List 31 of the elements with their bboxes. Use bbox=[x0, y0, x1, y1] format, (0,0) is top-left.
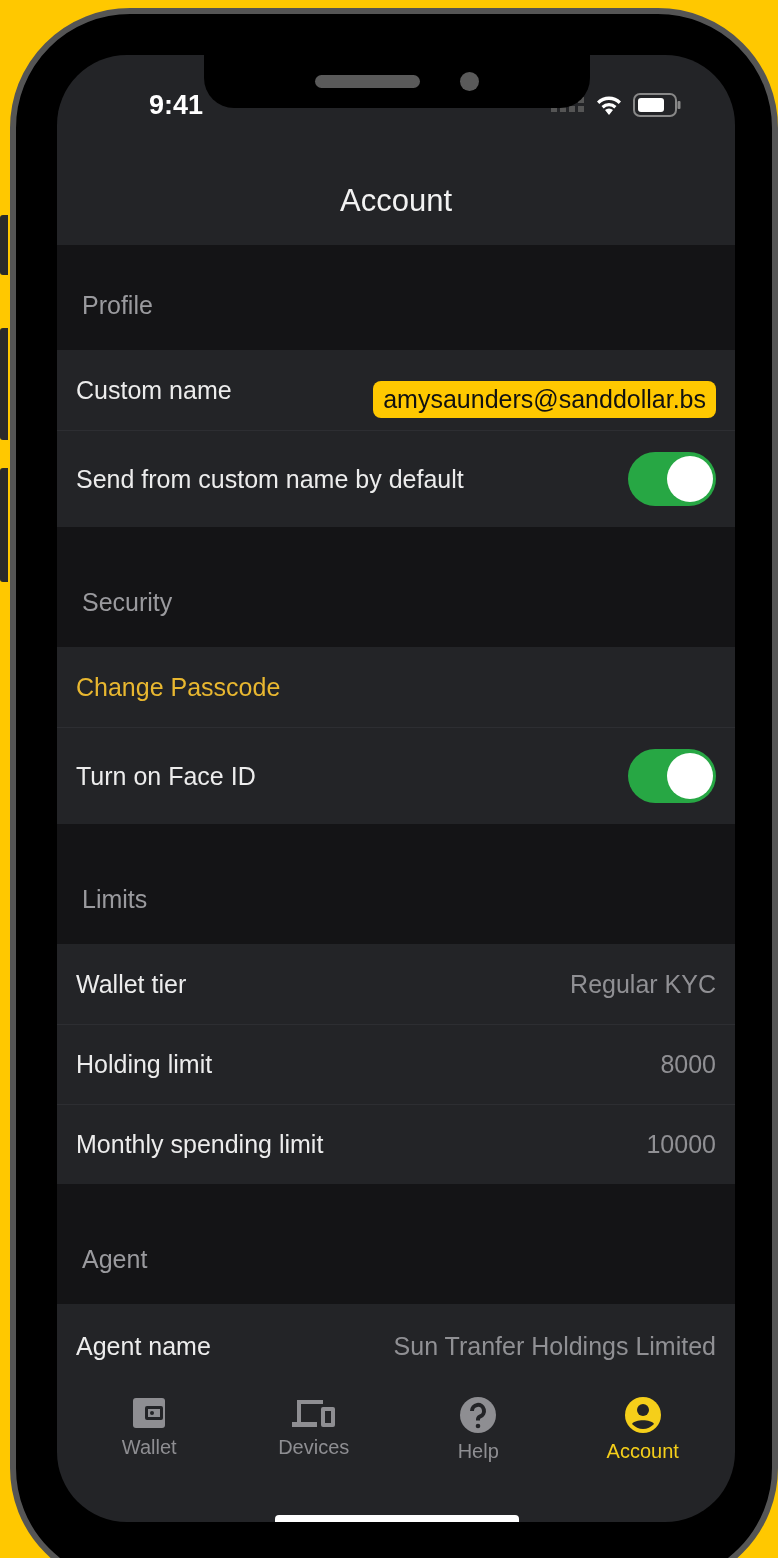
tab-item[interactable]: Wallet bbox=[74, 1396, 225, 1459]
section-title: Limits bbox=[82, 885, 148, 914]
row-value: Sun Tranfer Holdings Limited bbox=[393, 1331, 716, 1361]
section-title: Profile bbox=[82, 291, 153, 320]
change-passcode-link[interactable]: Change Passcode bbox=[76, 672, 281, 702]
row-label: Send from custom name by default bbox=[76, 464, 464, 494]
page-title: Account bbox=[340, 183, 452, 219]
row-label: Agent name bbox=[76, 1331, 211, 1361]
section-title: Agent bbox=[82, 1245, 148, 1274]
row-label: Turn on Face ID bbox=[76, 761, 256, 791]
row-value: 8000 bbox=[660, 1050, 716, 1079]
battery-icon bbox=[633, 93, 681, 117]
toggle-switch[interactable] bbox=[628, 749, 716, 803]
section-title: Security bbox=[82, 588, 173, 617]
toggle-switch[interactable] bbox=[628, 452, 716, 506]
tab-item[interactable]: Devices bbox=[238, 1396, 389, 1459]
highlighted-value: amysaunders@sanddollar.bs bbox=[373, 380, 716, 418]
status-time: 9:41 bbox=[149, 89, 204, 121]
row-label: Custom name bbox=[76, 375, 232, 405]
help-icon bbox=[459, 1396, 498, 1434]
wifi-icon bbox=[595, 94, 623, 116]
row-label: Wallet tier bbox=[76, 969, 187, 999]
row-label: Holding limit bbox=[76, 1050, 213, 1079]
account-icon bbox=[623, 1396, 662, 1434]
row-value: 10000 bbox=[646, 1130, 716, 1159]
signal-icon bbox=[551, 97, 585, 113]
tab-item[interactable]: Account bbox=[567, 1396, 718, 1463]
row-value: Regular KYC bbox=[570, 969, 716, 999]
row-label: Monthly spending limit bbox=[76, 1130, 324, 1159]
tab-item[interactable]: Help bbox=[403, 1396, 554, 1463]
wallet-icon bbox=[131, 1396, 168, 1430]
